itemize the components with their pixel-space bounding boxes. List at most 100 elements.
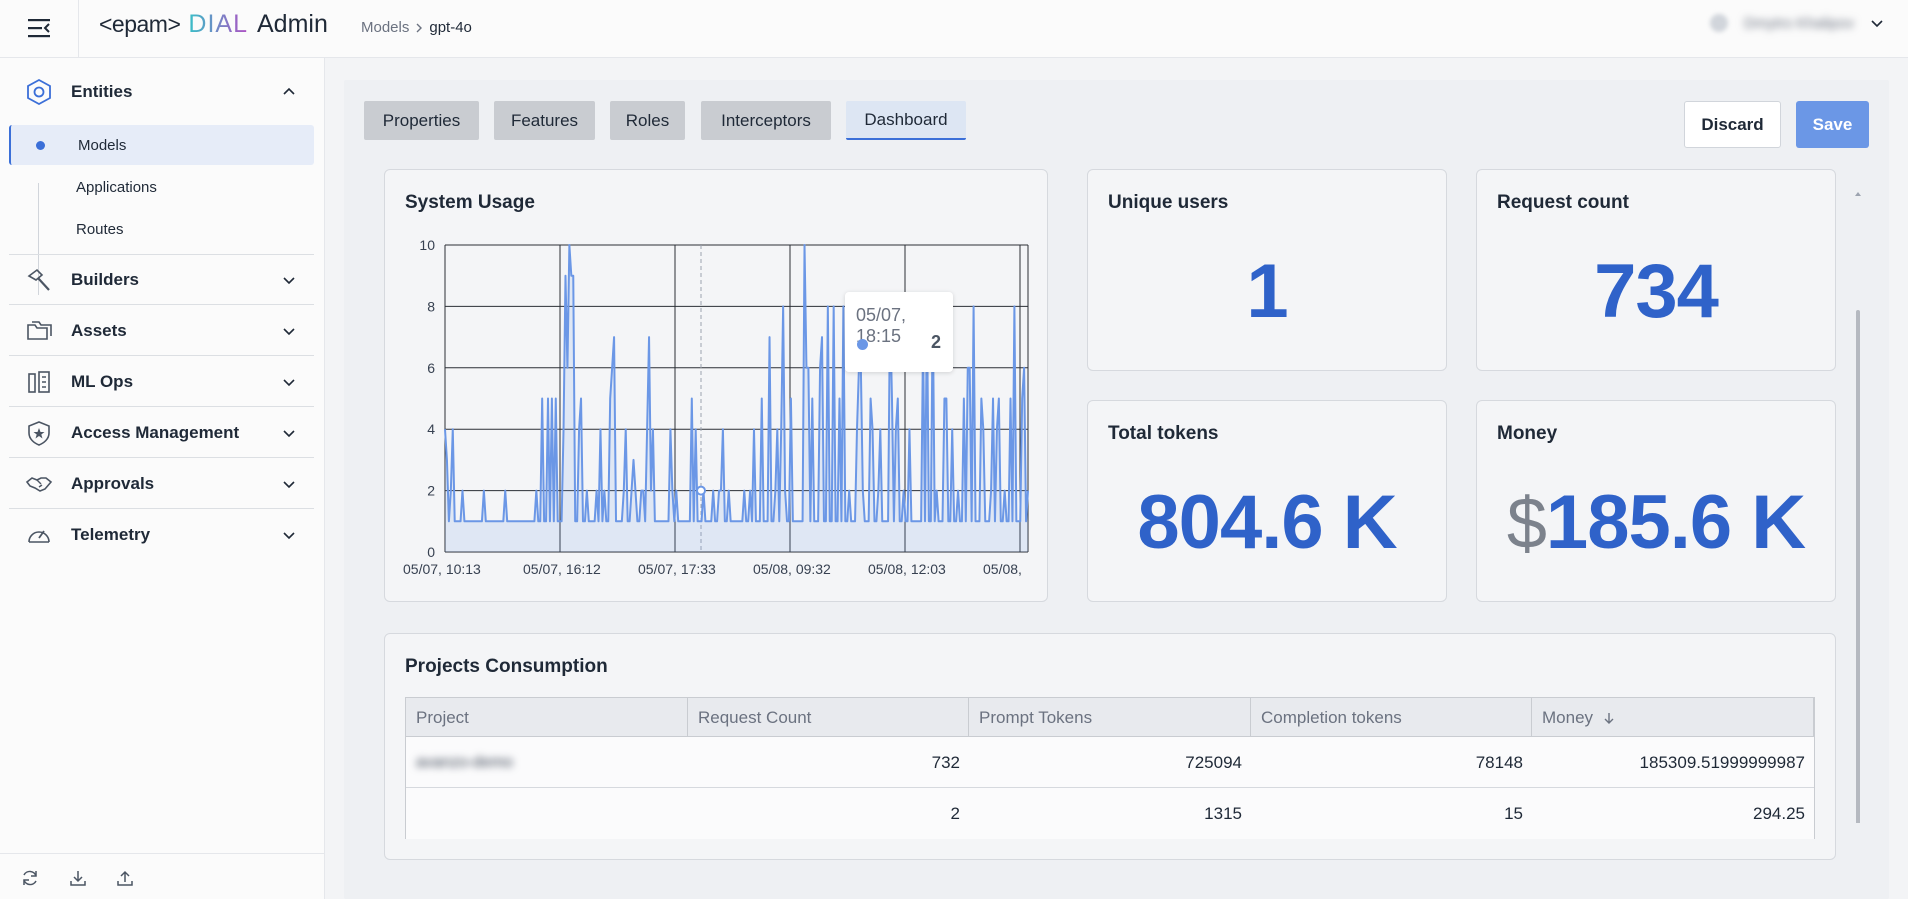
hexagon-icon bbox=[23, 76, 55, 108]
card-title: Money bbox=[1497, 423, 1558, 444]
cell-money: 294.25 bbox=[1753, 803, 1805, 823]
cell-money: 185309.51999999987 bbox=[1639, 752, 1805, 772]
sidebar-group-telemetry[interactable]: Telemetry bbox=[9, 510, 314, 560]
x-tick-label: 05/07, 10:13 bbox=[403, 561, 481, 577]
sidebar-item-label: Routes bbox=[76, 220, 124, 238]
brand-epam: <epam> bbox=[99, 11, 181, 37]
column-header-project[interactable]: Project bbox=[406, 698, 688, 737]
cell-prompt-tokens: 1315 bbox=[1204, 803, 1242, 823]
breadcrumb-current: gpt-4o bbox=[429, 19, 472, 36]
tooltip-value: 2 bbox=[930, 332, 941, 352]
upload-icon[interactable] bbox=[115, 868, 135, 893]
cell-project bbox=[406, 788, 688, 839]
y-tick-label: 10 bbox=[419, 237, 435, 253]
user-name: Dmytro Khalipov bbox=[1743, 14, 1854, 32]
main-content: Properties Features Roles Interceptors D… bbox=[344, 80, 1889, 899]
shield-star-icon bbox=[23, 417, 55, 449]
tab-interceptors[interactable]: Interceptors bbox=[701, 101, 831, 140]
vertical-scrollbar[interactable] bbox=[1853, 163, 1863, 823]
sidebar-item-models[interactable]: Models bbox=[9, 125, 314, 165]
app-logo[interactable]: <epam> DIAL Admin bbox=[99, 10, 328, 39]
chevron-right-icon bbox=[416, 23, 423, 32]
system-usage-chart[interactable]: 0 2 4 6 8 10 05/07, 10:13 05/07, 16:12 05/07, 17… bbox=[385, 170, 1049, 603]
projects-consumption-card: Projects Consumption Project Request Cou… bbox=[384, 633, 1836, 860]
menu-collapse-icon bbox=[28, 19, 50, 38]
y-tick-label: 6 bbox=[427, 360, 435, 376]
folders-icon bbox=[23, 315, 55, 347]
discard-button[interactable]: Discard bbox=[1684, 101, 1781, 148]
column-header-money[interactable]: Money bbox=[1532, 698, 1814, 737]
currency-symbol: $ bbox=[1506, 484, 1547, 564]
request-count-card: Request count 734 bbox=[1476, 169, 1836, 371]
breadcrumb: Models gpt-4o bbox=[361, 19, 472, 36]
ml-ops-icon bbox=[23, 366, 55, 398]
column-header-prompt-tokens[interactable]: Prompt Tokens bbox=[969, 698, 1251, 737]
top-header: <epam> DIAL Admin Models gpt-4o Dmytro K… bbox=[0, 0, 1908, 58]
chevron-down-icon bbox=[283, 430, 295, 438]
menu-toggle-button[interactable] bbox=[0, 0, 79, 58]
total-tokens-value: 804.6 K bbox=[1137, 480, 1397, 565]
table-row[interactable]: avanzo-demo 732 725094 78148 185309.5199… bbox=[406, 737, 1814, 788]
avatar bbox=[1709, 14, 1728, 32]
sidebar-group-approvals[interactable]: Approvals bbox=[9, 459, 314, 509]
chevron-down-icon bbox=[283, 481, 295, 489]
money-card: Money $185.6 K bbox=[1476, 400, 1836, 602]
save-button[interactable]: Save bbox=[1796, 101, 1869, 148]
total-tokens-card: Total tokens 804.6 K bbox=[1087, 400, 1447, 602]
sidebar-item-label: Models bbox=[78, 136, 127, 154]
sidebar-item-applications[interactable]: Applications bbox=[9, 167, 314, 207]
chart-tooltip: 05/07, 18:15 2 bbox=[845, 292, 953, 372]
brand-admin: Admin bbox=[257, 10, 328, 38]
column-header-completion-tokens[interactable]: Completion tokens bbox=[1251, 698, 1532, 737]
chevron-down-icon bbox=[283, 532, 295, 540]
x-tick-label: 05/08, 12:03 bbox=[868, 561, 946, 577]
system-usage-card: System Usage 0 2 4 6 8 10 05/07, 10:13 05/07, 1… bbox=[384, 169, 1048, 602]
card-title: Projects Consumption bbox=[405, 656, 608, 677]
sidebar-group-entities[interactable]: Entities bbox=[9, 67, 314, 117]
sidebar-group-label: Entities bbox=[71, 82, 133, 101]
x-tick-label: 05/08, 09:32 bbox=[753, 561, 831, 577]
card-title: Request count bbox=[1497, 192, 1629, 213]
chevron-down-icon bbox=[283, 328, 295, 336]
y-tick-label: 2 bbox=[427, 483, 435, 499]
sidebar-item-routes[interactable]: Routes bbox=[9, 209, 314, 249]
unique-users-card: Unique users 1 bbox=[1087, 169, 1447, 371]
sidebar-group-label: Assets bbox=[71, 320, 127, 340]
refresh-icon[interactable] bbox=[20, 868, 40, 893]
y-tick-label: 8 bbox=[427, 298, 435, 314]
sidebar-group-assets[interactable]: Assets bbox=[9, 306, 314, 356]
table-row[interactable]: 2 1315 15 294.25 bbox=[406, 788, 1814, 839]
tab-properties[interactable]: Properties bbox=[364, 101, 479, 140]
sidebar-group-label: Telemetry bbox=[71, 525, 151, 544]
card-title: Unique users bbox=[1108, 192, 1229, 213]
chevron-down-icon bbox=[283, 379, 295, 387]
cell-request-count: 2 bbox=[950, 803, 960, 823]
hover-point bbox=[696, 485, 706, 496]
tab-dashboard[interactable]: Dashboard bbox=[846, 101, 966, 140]
projects-table: Project Request Count Prompt Tokens Comp… bbox=[405, 697, 1815, 839]
hammer-icon bbox=[23, 264, 55, 296]
tab-roles[interactable]: Roles bbox=[610, 101, 685, 140]
sidebar-group-builders[interactable]: Builders bbox=[9, 255, 314, 305]
chevron-up-icon bbox=[283, 87, 295, 95]
chevron-down-icon bbox=[283, 277, 295, 285]
series-dot-icon bbox=[857, 339, 868, 350]
download-icon[interactable] bbox=[68, 868, 88, 893]
sidebar-group-access-management[interactable]: Access Management bbox=[9, 408, 314, 458]
sidebar-group-label: Builders bbox=[71, 269, 140, 289]
cell-project: avanzo-demo bbox=[416, 753, 513, 771]
sidebar-group-label: Access Management bbox=[71, 422, 240, 442]
brand-dial: DIAL bbox=[188, 10, 248, 38]
sidebar-group-ml-ops[interactable]: ML Ops bbox=[9, 357, 314, 407]
cell-completion-tokens: 15 bbox=[1504, 803, 1523, 823]
x-tick-label: 05/07, 16:12 bbox=[523, 561, 601, 577]
tab-features[interactable]: Features bbox=[494, 101, 595, 140]
chevron-down-icon bbox=[1871, 20, 1883, 28]
y-tick-label: 4 bbox=[427, 421, 435, 437]
user-menu[interactable]: Dmytro Khalipov bbox=[1709, 14, 1884, 32]
gauge-icon bbox=[23, 519, 55, 551]
active-dot-icon bbox=[36, 141, 45, 150]
cell-completion-tokens: 78148 bbox=[1475, 752, 1523, 772]
breadcrumb-parent[interactable]: Models bbox=[361, 19, 409, 36]
column-header-request-count[interactable]: Request Count bbox=[688, 698, 969, 737]
